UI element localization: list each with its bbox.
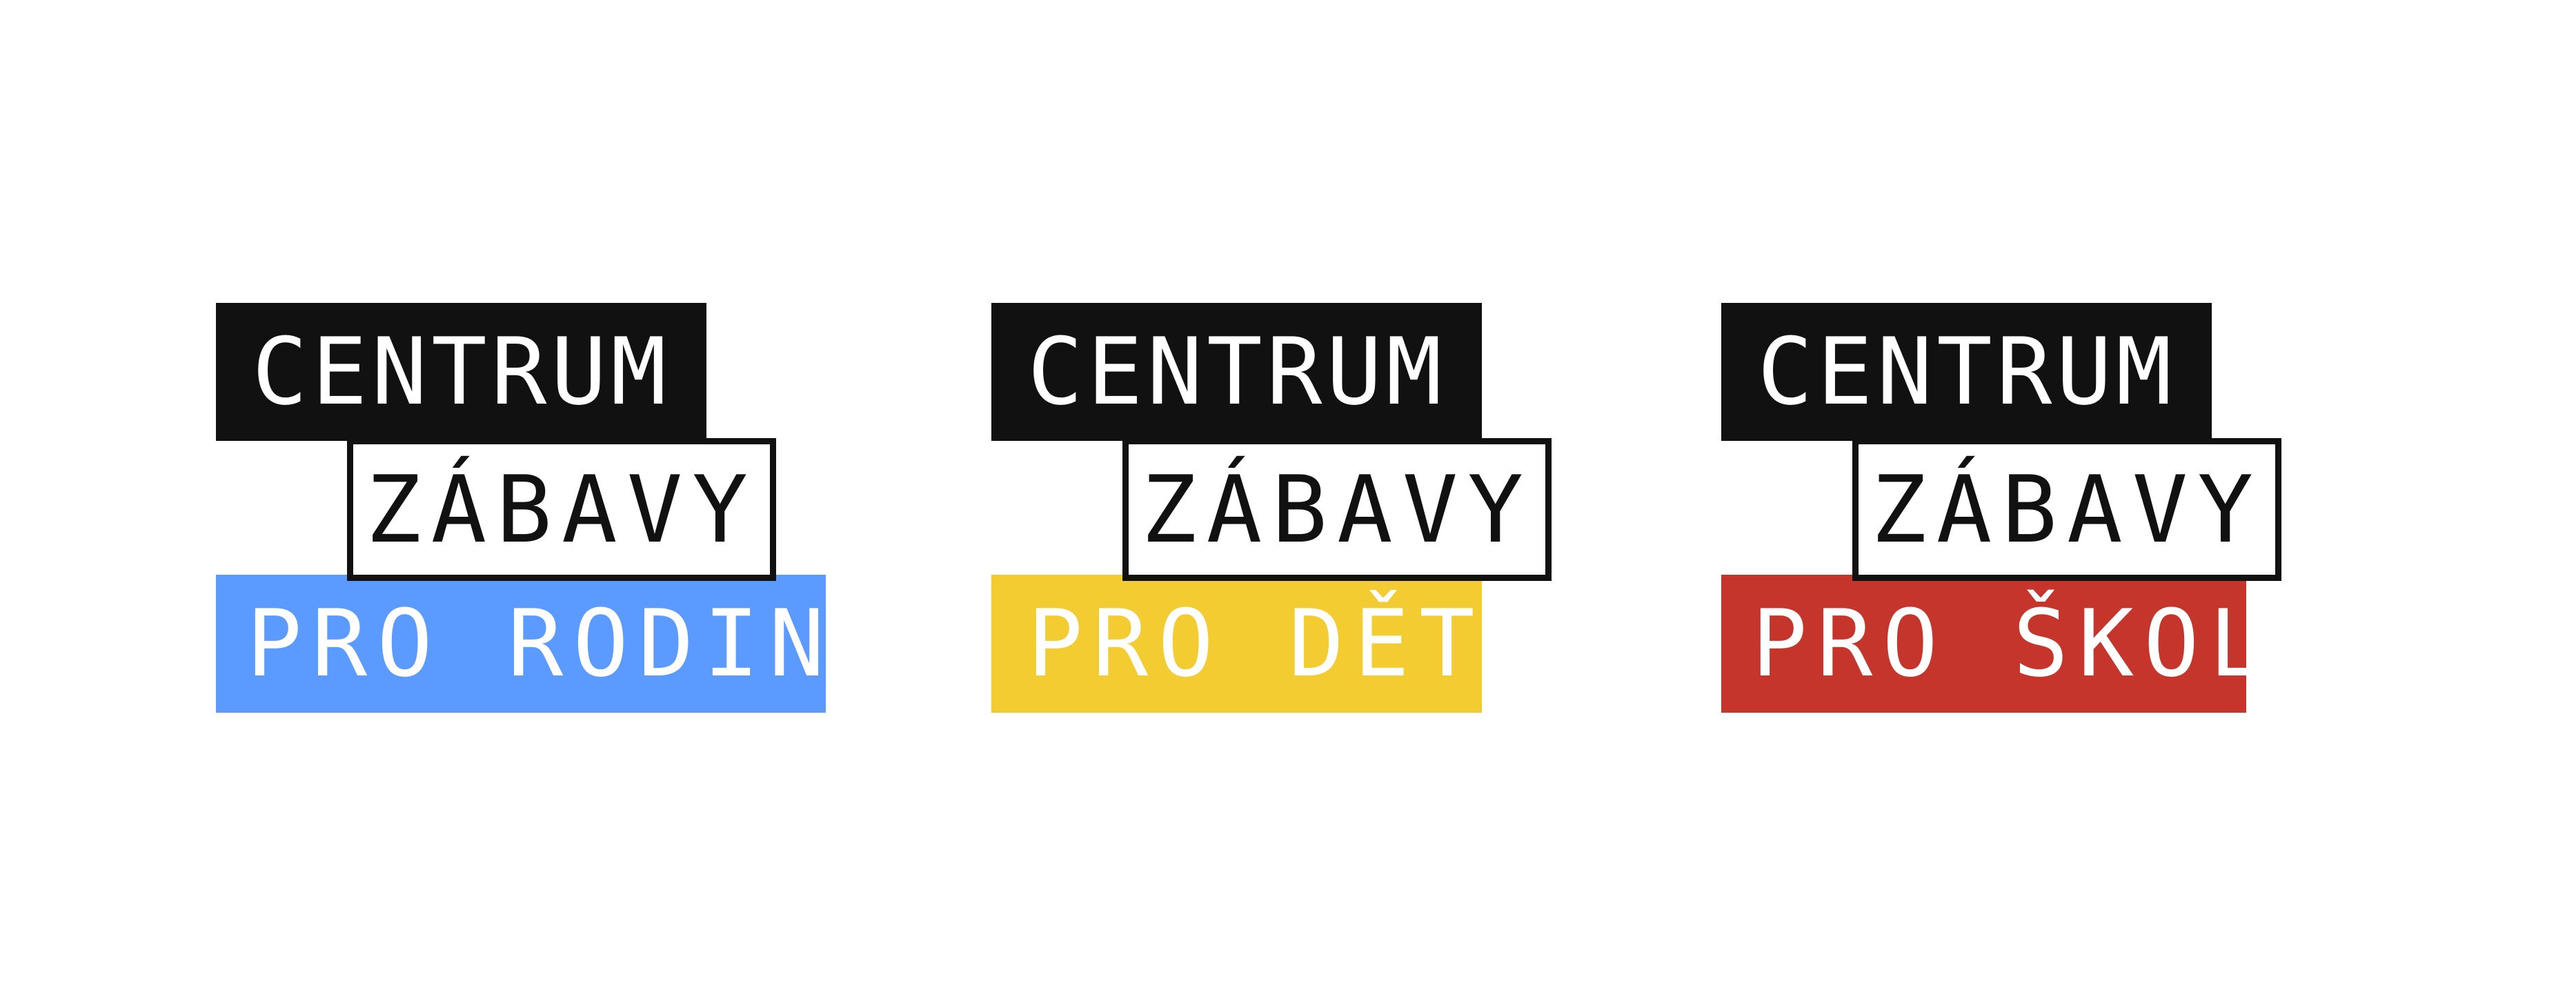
logo-zabavy-label: ZÁBAVY <box>347 438 776 581</box>
logo-zabavy-label: ZÁBAVY <box>1122 438 1552 581</box>
logo-pro-skoly: CENTRUM ZÁBAVY PRO ŠKOLY <box>1721 303 2342 717</box>
logo-audience-label: PRO RODINY <box>216 575 890 713</box>
logo-centrum-label: CENTRUM <box>991 303 1482 441</box>
logo-pro-rodiny: CENTRUM ZÁBAVY PRO RODINY <box>216 303 890 717</box>
logo-pro-deti: CENTRUM ZÁBAVY PRO DĚTI <box>991 303 1612 717</box>
logo-audience-label: PRO DĚTI <box>991 575 1540 713</box>
logo-zabavy-label: ZÁBAVY <box>1852 438 2281 581</box>
logo-centrum-label: CENTRUM <box>1721 303 2212 441</box>
logo-centrum-label: CENTRUM <box>216 303 706 441</box>
logo-audience-label: PRO ŠKOLY <box>1721 575 2330 713</box>
